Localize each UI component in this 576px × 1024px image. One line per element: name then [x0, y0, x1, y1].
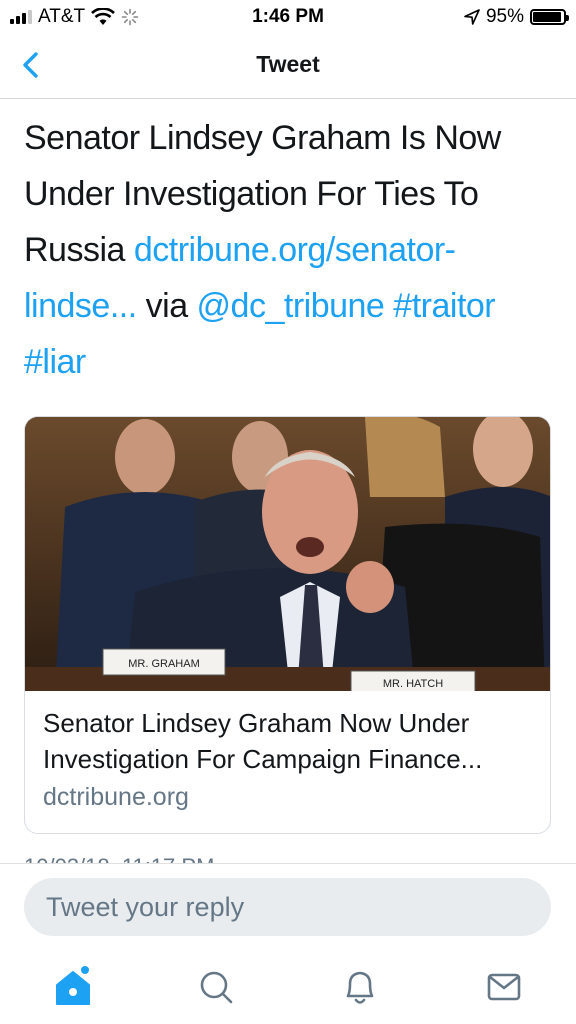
battery-percent: 95% [485, 6, 524, 27]
location-arrow-icon [464, 9, 480, 25]
link-card[interactable]: MR. GRAHAM MR. HATCH Senator Lindsey Gra… [24, 416, 551, 834]
placard-hatch: MR. HATCH [383, 678, 443, 690]
hashtag-traitor[interactable]: #traitor [393, 287, 495, 325]
mention-link[interactable]: @dc_tribune [197, 287, 385, 325]
tweet-text: Senator Lindsey Graham Is Now Under Inve… [24, 110, 554, 390]
battery-icon [530, 9, 569, 25]
notifications-icon[interactable] [336, 964, 384, 1010]
nav-bar: Tweet [0, 34, 576, 99]
search-icon[interactable] [192, 964, 240, 1010]
divider [0, 863, 576, 864]
reply-input[interactable]: Tweet your reply [24, 878, 551, 936]
placard-graham: MR. GRAHAM [128, 658, 200, 670]
status-bar: AT&T 1:46 PM 95% [0, 0, 576, 34]
card-domain: dctribune.org [43, 783, 189, 811]
hearing-photo: MR. GRAHAM MR. HATCH [25, 417, 550, 696]
messages-icon[interactable] [480, 964, 528, 1010]
status-right: 95% [464, 6, 569, 28]
via-label: via [136, 287, 197, 325]
card-headline: Senator Lindsey Graham Now Under Investi… [43, 708, 483, 774]
tab-bar [0, 952, 576, 1024]
hashtag-liar[interactable]: #liar [24, 343, 86, 381]
home-icon[interactable] [49, 964, 97, 1010]
reply-placeholder: Tweet your reply [46, 892, 245, 922]
card-image[interactable]: MR. GRAHAM MR. HATCH [25, 417, 550, 696]
page-title: Tweet [256, 51, 320, 77]
